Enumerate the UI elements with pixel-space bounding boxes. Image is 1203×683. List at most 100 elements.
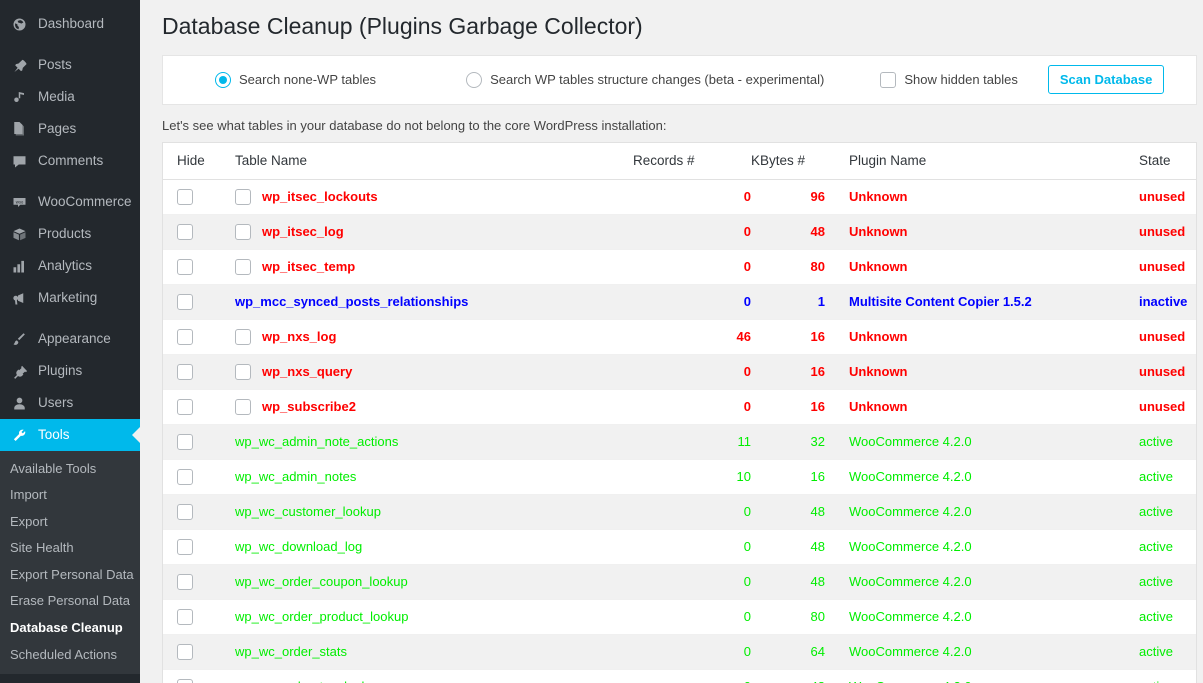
hide-table-checkbox[interactable] (177, 608, 193, 625)
table-row: wp_wc_admin_notes 10 16 WooCommerce 4.2.0 ac… (163, 459, 1196, 495)
plugin-name: Unknown (849, 249, 1139, 285)
hide-table-checkbox[interactable] (177, 293, 193, 310)
checkbox-show-hidden-tables[interactable]: Show hidden tables (880, 71, 1018, 88)
row-name-cell: wp_wc_download_log (235, 529, 633, 565)
pin-icon (8, 58, 30, 73)
table-row: wp_itsec_lockouts 0 96 Unknown unused (163, 179, 1196, 215)
user-icon (8, 396, 30, 411)
sidebar-item-posts[interactable]: Posts (0, 49, 140, 81)
plugin-name: WooCommerce 4.2.0 (849, 529, 1139, 565)
sidebar-item-analytics[interactable]: Analytics (0, 250, 140, 282)
sidebar-item-label: Tools (38, 427, 70, 443)
submenu-item-erase-personal-data[interactable]: Erase Personal Data (0, 588, 140, 615)
select-table-checkbox[interactable] (235, 363, 251, 380)
hide-table-checkbox[interactable] (177, 468, 193, 485)
records-count: 0 (633, 354, 751, 390)
sidebar-item-plugins[interactable]: Plugins (0, 355, 140, 387)
show-hidden-checkbox-control[interactable] (880, 71, 897, 88)
header-kbytes: KBytes # (751, 142, 849, 180)
sidebar-item-pages[interactable]: Pages (0, 113, 140, 145)
select-table-checkbox[interactable] (235, 398, 251, 415)
header-records: Records # (633, 142, 751, 180)
select-table-checkbox[interactable] (235, 223, 251, 240)
table-row: wp_wc_order_product_lookup 0 80 WooCommerce… (163, 599, 1196, 635)
submenu-item-import[interactable]: Import (0, 482, 140, 509)
sidebar-item-dashboard[interactable]: Dashboard (0, 8, 140, 40)
hide-table-checkbox[interactable] (177, 258, 193, 275)
radio-wp-structure-control[interactable] (466, 71, 483, 88)
submenu-item-export-personal-data[interactable]: Export Personal Data (0, 561, 140, 588)
row-name-cell: wp_wc_customer_lookup (235, 494, 633, 530)
state-badge: unused (1139, 179, 1196, 215)
records-count: 0 (633, 564, 751, 600)
hide-table-checkbox[interactable] (177, 398, 193, 415)
sidebar-item-comments[interactable]: Comments (0, 145, 140, 177)
records-count: 10 (633, 459, 751, 495)
show-hidden-label: Show hidden tables (904, 72, 1018, 88)
plugin-name: Unknown (849, 389, 1139, 425)
state-badge: unused (1139, 389, 1196, 425)
hide-table-checkbox[interactable] (177, 363, 193, 380)
main-content: Database Cleanup (Plugins Garbage Collec… (140, 0, 1203, 683)
sidebar-item-marketing[interactable]: Marketing (0, 282, 140, 314)
radio-search-wp-structure[interactable]: Search WP tables structure changes (beta… (466, 71, 824, 88)
records-count: 0 (633, 284, 751, 320)
plug-icon (8, 364, 30, 379)
row-name-cell: wp_wc_order_tax_lookup (235, 669, 633, 683)
hide-table-checkbox[interactable] (177, 503, 193, 520)
row-name-cell: wp_wc_order_coupon_lookup (235, 564, 633, 600)
table-header-row: Hide Table Name Records # KBytes # Plugi… (163, 142, 1196, 180)
row-hide-cell (163, 249, 235, 285)
select-table-checkbox[interactable] (235, 188, 251, 205)
sidebar-item-users[interactable]: Users (0, 387, 140, 419)
hide-table-checkbox[interactable] (177, 188, 193, 205)
pages-icon (8, 121, 30, 137)
sidebar-item-label: Analytics (38, 258, 93, 274)
row-hide-cell (163, 564, 235, 600)
row-name-cell: wp_itsec_lockouts (235, 179, 633, 215)
submenu-item-available-tools[interactable]: Available Tools (0, 455, 140, 482)
hide-table-checkbox[interactable] (177, 573, 193, 590)
row-hide-cell (163, 634, 235, 670)
state-badge: active (1139, 599, 1196, 635)
plugin-name: WooCommerce 4.2.0 (849, 494, 1139, 530)
sidebar-item-media[interactable]: Media (0, 81, 140, 113)
sidebar-item-label: Pages (38, 121, 77, 137)
analytics-bars-icon (8, 259, 30, 274)
dashboard-icon (8, 17, 30, 32)
radio-search-none-wp[interactable]: Search none-WP tables (215, 71, 376, 88)
plugin-name: Unknown (849, 214, 1139, 250)
sidebar-item-tools[interactable]: Tools (0, 419, 140, 451)
submenu-item-site-health[interactable]: Site Health (0, 535, 140, 562)
hide-table-checkbox[interactable] (177, 433, 193, 450)
submenu-item-export[interactable]: Export (0, 508, 140, 535)
select-table-checkbox[interactable] (235, 328, 251, 345)
kbytes-size: 48 (751, 494, 849, 530)
table-head: Hide Table Name Records # KBytes # Plugi… (163, 142, 1196, 180)
hide-table-checkbox[interactable] (177, 678, 193, 683)
media-icon (8, 90, 30, 105)
hide-table-checkbox[interactable] (177, 538, 193, 555)
scan-database-button[interactable]: Scan Database (1047, 65, 1165, 95)
sidebar-item-woocommerce[interactable]: woo WooCommerce (0, 186, 140, 218)
radio-none-wp-control[interactable] (215, 71, 231, 88)
row-hide-cell (163, 424, 235, 460)
kbytes-size: 64 (751, 634, 849, 670)
table-name: wp_wc_order_tax_lookup (235, 679, 382, 683)
row-name-cell: wp_wc_order_product_lookup (235, 599, 633, 635)
sidebar-item-appearance[interactable]: Appearance (0, 323, 140, 355)
row-name-cell: wp_nxs_log (235, 319, 633, 355)
select-table-checkbox[interactable] (235, 258, 251, 275)
submenu-item-scheduled-actions[interactable]: Scheduled Actions (0, 641, 140, 668)
state-badge: unused (1139, 249, 1196, 285)
submenu-item-database-cleanup[interactable]: Database Cleanup (0, 615, 140, 642)
table-row: wp_wc_customer_lookup 0 48 WooCommerce 4.2.… (163, 494, 1196, 530)
hide-table-checkbox[interactable] (177, 643, 193, 660)
sidebar-item-products[interactable]: Products (0, 218, 140, 250)
hide-table-checkbox[interactable] (177, 223, 193, 240)
sidebar-item-label: Dashboard (38, 16, 105, 32)
hide-table-checkbox[interactable] (177, 328, 193, 345)
plugin-name: WooCommerce 4.2.0 (849, 424, 1139, 460)
records-count: 0 (633, 389, 751, 425)
table-name: wp_wc_order_product_lookup (235, 609, 409, 625)
